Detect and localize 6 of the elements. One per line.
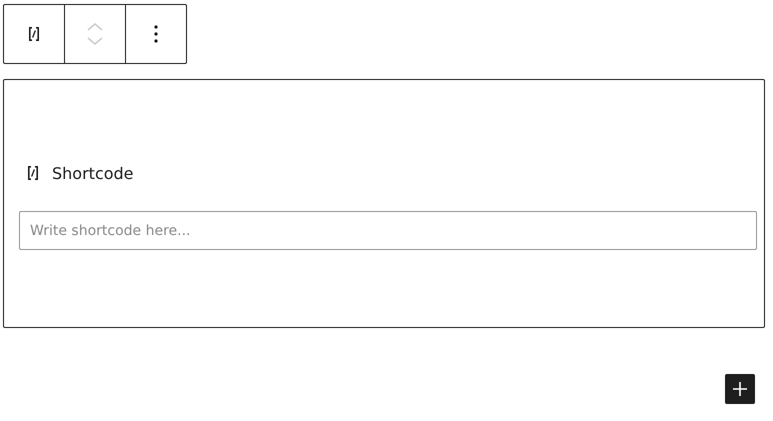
block-label: Shortcode	[52, 164, 134, 182]
add-block-button[interactable]	[725, 374, 755, 404]
shortcode-input[interactable]: Write shortcode here...	[19, 211, 757, 250]
up-down-chevron-icon	[86, 21, 104, 47]
plus-icon	[732, 381, 748, 397]
more-vertical-icon	[154, 25, 158, 43]
